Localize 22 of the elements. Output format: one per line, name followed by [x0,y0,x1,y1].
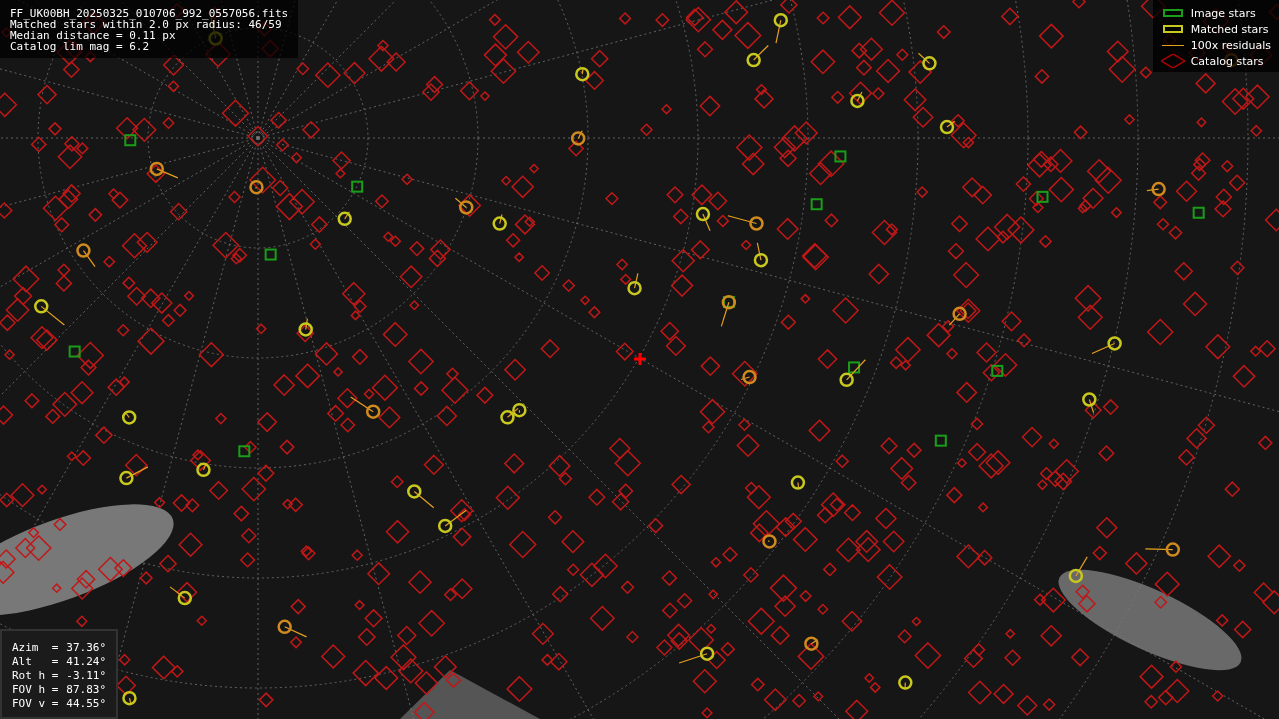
info-text: Median distance = 0.11 px [10,30,176,41]
pointing-value: 41.24° [66,655,107,669]
pointing-label: Alt = [12,655,59,669]
info-text: Catalog lim mag = 6.2 [10,41,151,52]
pointing-value: 37.36° [66,641,107,655]
residual-line-icon [1161,44,1184,46]
pointing-label: FOV v = [12,697,59,711]
pointing-value: 44.55° [66,697,107,711]
info-text: Matched stars within 2.0 px radius: 46/59 [10,19,282,30]
pointing-label: Azim = [12,641,59,655]
legend-label: 100x residuals [1190,38,1271,52]
pointing-value: 87.83° [66,683,107,697]
info-text: FF_UK00BH_20250325_010706_992_0557056.fits [10,8,289,19]
pointing-label: FOV h = [12,683,59,697]
pointing-value: -3.11° [66,669,107,683]
legend-label: Image stars [1190,6,1256,20]
legend-label: Catalog stars [1190,54,1264,68]
legend-label: Matched stars [1190,22,1269,36]
pointing-label: Rot h = [12,669,59,683]
diamond-icon [1160,54,1185,68]
matched-star-marker-icon [1162,25,1183,33]
image-star-marker-icon [1162,9,1183,17]
